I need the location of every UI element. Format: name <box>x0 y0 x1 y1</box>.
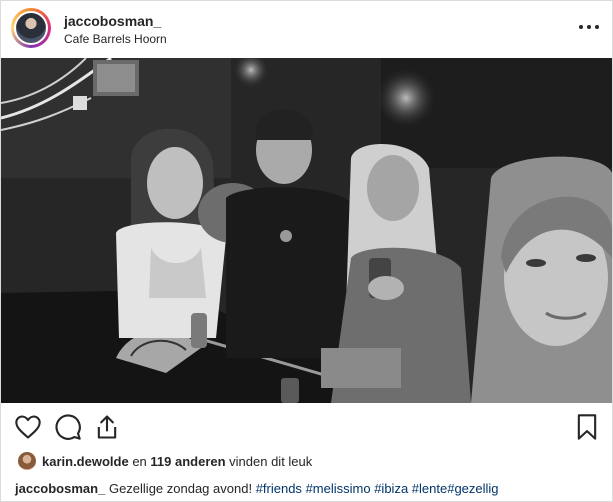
caption-username[interactable]: jaccobosman_ <box>15 481 105 496</box>
post-caption: jaccobosman_ Gezellige zondag avond! #fr… <box>15 481 499 496</box>
share-icon[interactable] <box>93 413 121 441</box>
liker-username[interactable]: karin.dewolde <box>42 454 129 469</box>
likes-count-link[interactable]: 119 anderen <box>150 454 225 469</box>
caption-text: Gezellige zondag avond! <box>108 481 253 496</box>
post-photo[interactable] <box>1 58 612 403</box>
instagram-post: jaccobosman_ Cafe Barrels Hoorn karin.de… <box>0 0 613 502</box>
likes-suffix: vinden dit leuk <box>225 453 313 469</box>
bookmark-icon[interactable] <box>573 413 601 441</box>
post-header: jaccobosman_ Cafe Barrels Hoorn <box>1 1 612 57</box>
likes-summary: karin.dewolde en 119 anderen vinden dit … <box>18 452 312 470</box>
more-options-icon[interactable] <box>579 17 599 37</box>
hashtag-link[interactable]: #gezellig <box>447 481 498 496</box>
post-username[interactable]: jaccobosman_ <box>64 13 161 29</box>
hashtag-link[interactable]: #lente <box>412 481 447 496</box>
avatar[interactable] <box>14 11 48 45</box>
likes-connector: en <box>128 453 151 469</box>
heart-icon[interactable] <box>14 413 42 441</box>
post-actions <box>1 405 612 449</box>
post-location[interactable]: Cafe Barrels Hoorn <box>64 32 167 46</box>
liker-avatar[interactable] <box>18 452 36 470</box>
hashtag-link[interactable]: #ibiza <box>374 481 408 496</box>
hashtag-link[interactable]: #melissimo <box>306 481 371 496</box>
story-ring[interactable] <box>11 8 51 48</box>
hashtag-link[interactable]: #friends <box>256 481 302 496</box>
comment-icon[interactable] <box>54 413 82 441</box>
